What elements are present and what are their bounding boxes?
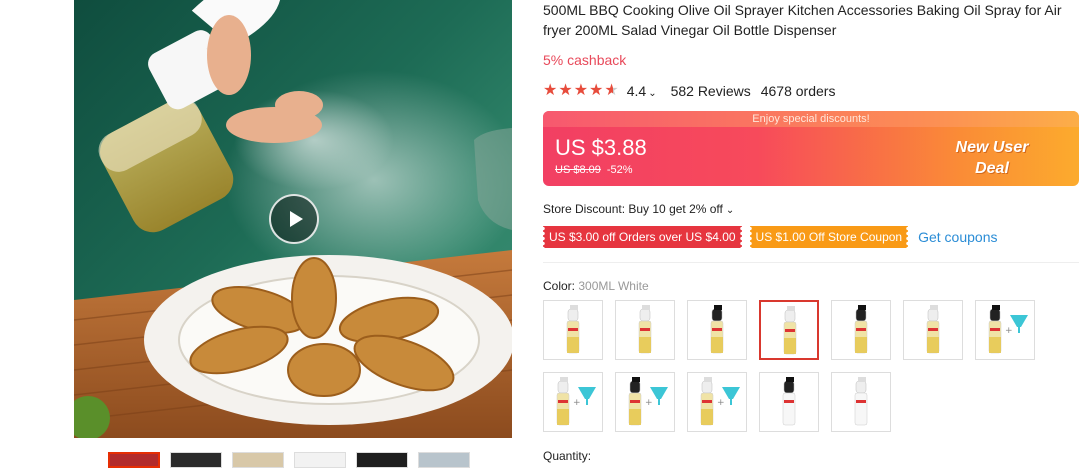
quantity-label: Quantity: [543,449,592,463]
thumbnail[interactable] [294,452,346,468]
color-swatch[interactable] [615,300,675,360]
bottle-thumbnail [926,305,940,354]
original-price-row: US $8.09 -52% [555,164,633,176]
star-icon: ★ [558,82,573,99]
product-main-image[interactable] [74,0,512,438]
star-half-icon: ★ [604,82,619,99]
star-icon: ★ [589,82,604,99]
chevron-down-icon: ⌄ [648,88,657,99]
color-selected-value: 300ML White [578,279,649,293]
bottle-thumbnail [710,305,724,354]
coupon-orders-over[interactable]: US $3.00 off Orders over US $4.00 [543,226,742,248]
get-coupons-link[interactable]: Get coupons [918,229,997,245]
original-price: US $8.09 [555,164,601,176]
color-swatch[interactable] [831,372,891,432]
price-banner: Enjoy special discounts! [543,111,1079,127]
reviews-link[interactable]: 582 Reviews [671,83,751,99]
bottle-thumbnail [783,306,797,355]
chevron-down-icon: ⌄ [725,205,735,216]
deal-line-2: Deal [975,160,1009,177]
coupon-row: US $3.00 off Orders over US $4.00 US $1.… [543,226,997,248]
bottle-thumbnail [638,305,652,354]
color-swatch[interactable] [759,372,819,432]
thumbnail[interactable] [170,452,222,468]
new-user-deal-badge: New User Deal [947,137,1037,179]
rating-score: 4.4 [626,83,647,99]
divider [543,262,1079,263]
thumbnail-strip [108,452,470,468]
price-box: Enjoy special discounts! US $3.88 US $8.… [543,111,1079,186]
color-swatch[interactable] [543,300,603,360]
star-icon: ★ [543,82,558,99]
color-label-text: Color: [543,279,576,293]
color-swatch[interactable]: + [975,300,1035,360]
play-icon [289,211,303,227]
color-swatch[interactable] [759,300,819,360]
discount-percent: -52% [606,164,633,176]
product-info: 500ML BBQ Cooking Olive Oil Sprayer Kitc… [543,0,1073,101]
play-video-button[interactable] [269,194,319,244]
coupon-store[interactable]: US $1.00 Off Store Coupon [749,226,909,248]
star-rating: ★ ★ ★ ★ ★ [543,83,619,99]
rating-row: ★ ★ ★ ★ ★ 4.4 ⌄ 582 Reviews 4678 orders [543,81,1073,101]
cashback-label: 5% cashback [543,52,627,68]
color-swatch[interactable] [903,300,963,360]
bottle-thumbnail [782,377,796,426]
rating-score-dropdown[interactable]: 4.4 ⌄ [627,83,657,99]
color-label: Color: 300ML White [543,279,649,293]
store-discount-text: Store Discount: Buy 10 get 2% off [543,202,723,216]
color-swatch[interactable]: + [543,372,603,432]
thumbnail[interactable] [108,452,160,468]
thumbnail[interactable] [232,452,284,468]
deal-line-1: New User [955,139,1029,156]
store-discount-dropdown[interactable]: Store Discount: Buy 10 get 2% off ⌄ [543,202,734,216]
bottle-thumbnail [566,305,580,354]
bottle-thumbnail: + [988,305,1028,354]
bottle-thumbnail [854,305,868,354]
color-swatch[interactable]: + [615,372,675,432]
color-swatch[interactable] [687,300,747,360]
svg-text:+: + [717,398,725,408]
star-icon: ★ [573,82,589,99]
thumbnail[interactable] [418,452,470,468]
product-title: 500ML BBQ Cooking Olive Oil Sprayer Kitc… [543,2,1062,38]
bottle-thumbnail: + [700,377,740,426]
thumbnail[interactable] [356,452,408,468]
color-swatch[interactable] [831,300,891,360]
svg-text:+: + [645,398,653,408]
bottle-thumbnail [854,377,868,426]
orders-count: 4678 orders [760,83,836,99]
current-price: US $3.88 [555,135,647,160]
svg-text:+: + [573,398,581,408]
svg-text:+: + [1005,326,1013,336]
bottle-thumbnail: + [556,377,596,426]
color-swatch[interactable]: + [687,372,747,432]
bottle-thumbnail: + [628,377,668,426]
